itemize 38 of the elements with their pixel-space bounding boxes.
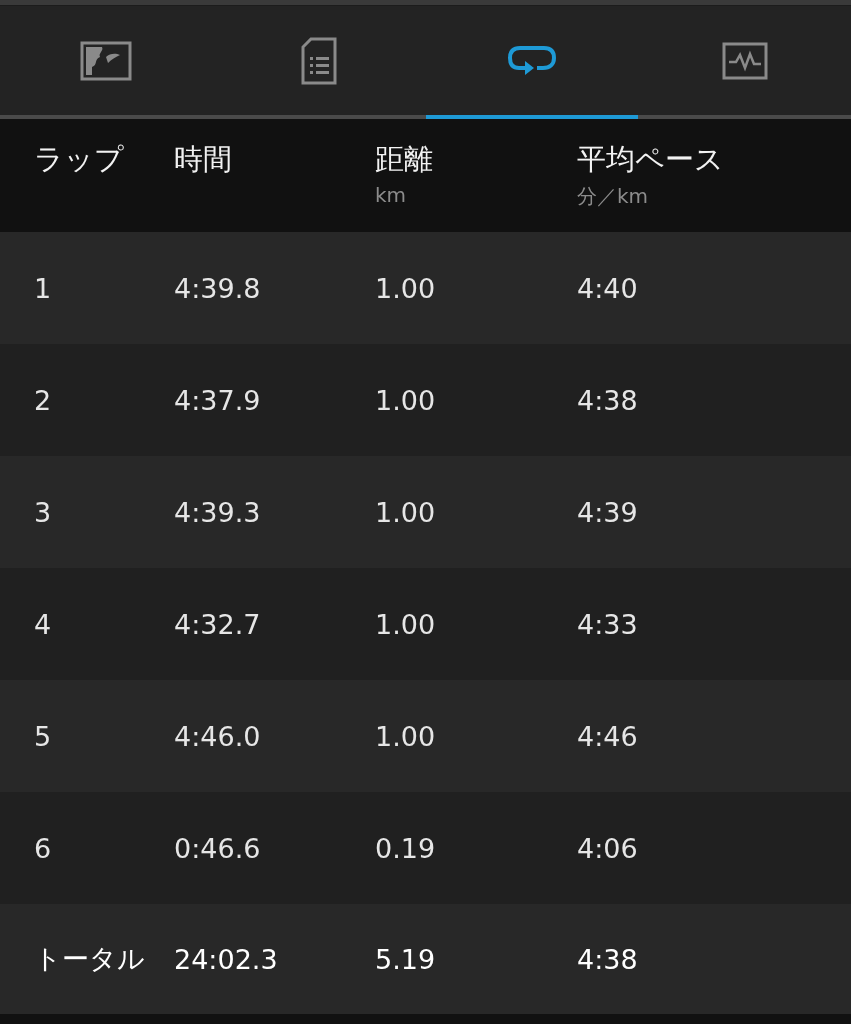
document-icon xyxy=(301,36,338,85)
column-unit: km xyxy=(375,183,407,207)
column-unit: 分／km xyxy=(577,183,649,210)
total-cell-text: トータル xyxy=(34,942,145,976)
total-cell: 24:02.3 xyxy=(174,943,278,975)
table-cell: 1.00 xyxy=(375,272,436,304)
table-cell: 0.19 xyxy=(375,832,436,864)
table-cell: 1.00 xyxy=(375,384,436,416)
table-cell: 2 xyxy=(34,384,52,416)
table-cell: 1 xyxy=(34,272,52,304)
table-cell: 4:40 xyxy=(577,272,638,304)
loop-arrow-icon xyxy=(506,43,557,78)
table-cell: 4:39.3 xyxy=(174,496,261,528)
table-cell: 4:37.9 xyxy=(174,384,261,416)
table-cell: 1.00 xyxy=(375,496,436,528)
total-cell: 4:38 xyxy=(577,943,638,975)
table-cell: 4:33 xyxy=(577,608,638,640)
column-header: 平均ペース xyxy=(577,141,724,177)
table-cell: 4:06 xyxy=(577,832,638,864)
table-cell: 4:39.8 xyxy=(174,272,261,304)
table-cell: 1.00 xyxy=(375,720,436,752)
column-header: 時間 xyxy=(174,141,232,177)
table-cell: 4:46.0 xyxy=(174,720,261,752)
table-cell: 4:39 xyxy=(577,496,638,528)
table-cell: 4:46 xyxy=(577,720,638,752)
map-icon xyxy=(80,40,133,81)
column-header: 距離 xyxy=(375,141,433,177)
chart-icon xyxy=(721,41,768,80)
table-cell: 4:32.7 xyxy=(174,608,261,640)
table-cell: 4 xyxy=(34,608,52,640)
table-cell: 1.00 xyxy=(375,608,436,640)
table-cell: 3 xyxy=(34,496,52,528)
column-header: ラップ xyxy=(34,141,124,177)
table-cell: 6 xyxy=(34,832,52,864)
table-cell: 0:46.6 xyxy=(174,832,261,864)
total-cell: 5.19 xyxy=(375,943,436,975)
table-cell: 5 xyxy=(34,720,52,752)
table-cell: 4:38 xyxy=(577,384,638,416)
